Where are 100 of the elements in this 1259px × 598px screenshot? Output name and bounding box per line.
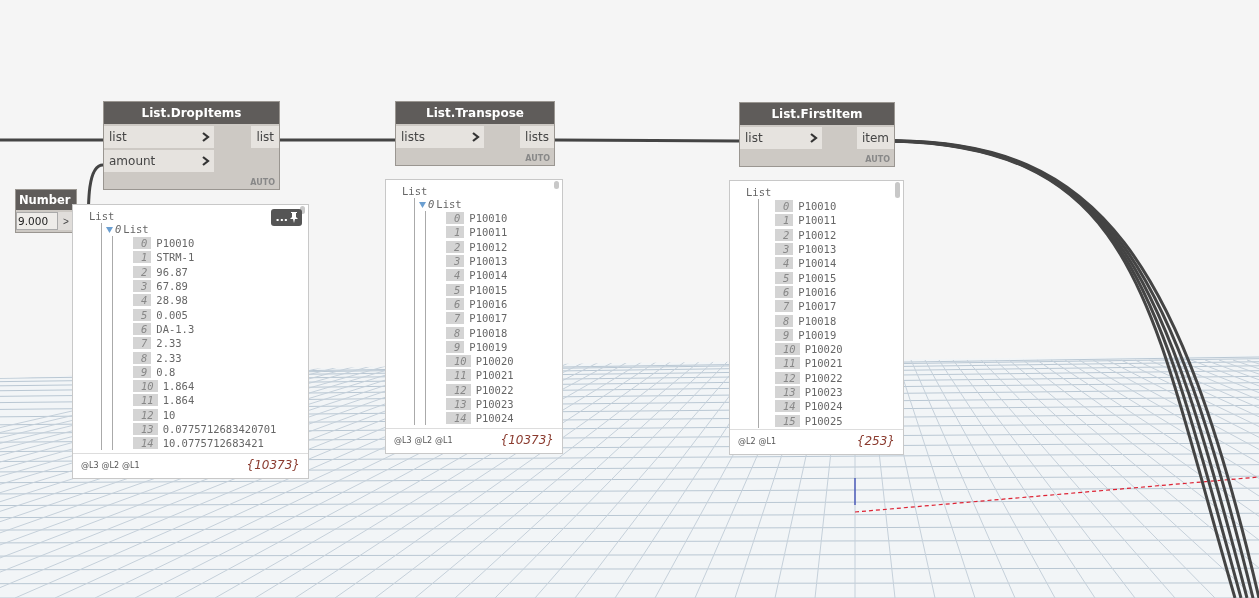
pin-button[interactable]: ... bbox=[271, 209, 302, 226]
index-label: 3 bbox=[446, 255, 465, 268]
index-label: 4 bbox=[446, 269, 465, 282]
list-value: P10012 bbox=[798, 228, 837, 241]
number-field[interactable]: 9.000 bbox=[16, 212, 58, 230]
list-value: P10011 bbox=[798, 214, 837, 227]
index-label: 11 bbox=[446, 369, 471, 382]
lacing-label: AUTO bbox=[524, 153, 551, 165]
index-label: 6 bbox=[446, 297, 465, 310]
list-value: 10 bbox=[162, 408, 176, 421]
node-card[interactable]: List.Transpose lists lists AUTO bbox=[395, 101, 555, 166]
index-label: 13 bbox=[133, 423, 158, 435]
index-label: 11 bbox=[775, 357, 800, 370]
pin-icon bbox=[290, 212, 298, 223]
node-title: List.DropItems bbox=[104, 102, 279, 124]
list-value: P10010 bbox=[156, 237, 195, 250]
node-title: Number bbox=[16, 190, 76, 210]
index-label: 15 bbox=[775, 414, 800, 427]
level-label[interactable]: @L1 bbox=[435, 435, 453, 445]
level-label[interactable]: @L2 bbox=[101, 460, 120, 470]
index-label: 1 bbox=[446, 226, 465, 239]
index-label: 5 bbox=[775, 271, 794, 284]
expand-triangle-icon[interactable] bbox=[106, 226, 113, 233]
chevron-icon bbox=[810, 133, 818, 143]
input-port[interactable]: lists bbox=[396, 126, 484, 148]
node-card[interactable]: Number 9.000 > bbox=[15, 189, 77, 233]
list-value: 2.33 bbox=[156, 351, 182, 364]
expand-triangle-icon[interactable] bbox=[419, 201, 426, 208]
index-label: 2 bbox=[133, 265, 152, 278]
output-port[interactable]: item bbox=[856, 127, 894, 149]
index-label: 0 bbox=[115, 223, 122, 236]
list-title: List bbox=[436, 198, 462, 211]
index-label: 2 bbox=[446, 240, 465, 253]
node-card[interactable]: List.DropItems list amount list AUTO bbox=[103, 101, 280, 190]
index-label: 0 bbox=[775, 200, 794, 213]
level-label[interactable]: @L3 bbox=[394, 435, 412, 445]
list-value: STRM-1 bbox=[156, 251, 195, 264]
index-label: 12 bbox=[775, 371, 800, 384]
list-value: P10015 bbox=[798, 271, 837, 284]
list-value: P10018 bbox=[469, 326, 508, 339]
index-label: 8 bbox=[133, 351, 152, 364]
input-port[interactable]: list bbox=[104, 126, 214, 148]
level-label[interactable]: @L2 bbox=[738, 436, 756, 446]
index-label: 4 bbox=[775, 257, 794, 270]
index-label: 14 bbox=[775, 400, 800, 413]
index-label: 7 bbox=[446, 312, 465, 325]
list-value: 67.89 bbox=[156, 280, 188, 293]
list-title: List bbox=[746, 185, 772, 199]
list-value: P10012 bbox=[469, 240, 508, 253]
level-label[interactable]: @L1 bbox=[758, 436, 777, 446]
output-port[interactable]: lists bbox=[520, 126, 554, 148]
list-value: P10023 bbox=[804, 386, 843, 398]
index-label: 5 bbox=[133, 308, 152, 321]
list-value: P10011 bbox=[469, 226, 508, 239]
index-label: 1 bbox=[775, 214, 794, 227]
input-port[interactable]: list bbox=[740, 127, 822, 149]
list-title: List bbox=[402, 184, 428, 198]
index-label: 14 bbox=[133, 437, 158, 450]
index-label: 9 bbox=[775, 328, 794, 341]
list-value: P10024 bbox=[475, 412, 514, 425]
output-port[interactable]: list bbox=[251, 126, 279, 148]
list-value: 0.0775712683420701 bbox=[162, 423, 277, 435]
level-label[interactable]: @L1 bbox=[122, 460, 140, 470]
list-value: P10022 bbox=[475, 383, 514, 396]
node-card[interactable]: List.FirstItem list item AUTO bbox=[739, 102, 895, 167]
list-value: P10017 bbox=[798, 300, 837, 313]
list-value: P10013 bbox=[469, 255, 508, 268]
level-label[interactable]: @L3 bbox=[81, 460, 99, 470]
index-label: 9 bbox=[133, 365, 152, 378]
scrollbar-thumb[interactable] bbox=[554, 181, 559, 189]
list-value: P10025 bbox=[804, 414, 843, 427]
scrollbar-thumb[interactable] bbox=[895, 182, 900, 198]
index-label: 10 bbox=[446, 355, 471, 368]
list-value: P10016 bbox=[798, 285, 837, 298]
index-label: 3 bbox=[133, 280, 152, 293]
index-label: 12 bbox=[446, 383, 471, 396]
index-label: 13 bbox=[446, 398, 471, 410]
list-value: P10020 bbox=[475, 355, 514, 368]
list-value: 0.8 bbox=[156, 365, 176, 378]
index-label: 14 bbox=[446, 412, 471, 425]
index-label: 7 bbox=[775, 300, 794, 313]
list-value: 1.864 bbox=[162, 394, 195, 407]
lacing-label: AUTO bbox=[249, 177, 276, 189]
index-label: 6 bbox=[775, 285, 794, 298]
list-title: List bbox=[123, 223, 149, 236]
list-value: P10014 bbox=[798, 257, 837, 270]
index-label: 10 bbox=[133, 380, 158, 393]
level-label[interactable]: @L2 bbox=[414, 435, 433, 445]
list-value: P10019 bbox=[798, 328, 837, 341]
input-port[interactable]: amount bbox=[104, 150, 214, 172]
index-label: 10 bbox=[775, 343, 800, 356]
list-value: 96.87 bbox=[156, 265, 188, 278]
index-label: 12 bbox=[133, 408, 158, 421]
index-label: 11 bbox=[133, 394, 158, 407]
list-value: P10020 bbox=[804, 343, 843, 356]
chevron-icon bbox=[472, 132, 480, 142]
list-value: P10016 bbox=[469, 297, 508, 310]
list-value: P10018 bbox=[798, 314, 837, 327]
index-label: 8 bbox=[775, 314, 794, 327]
list-value: P10010 bbox=[798, 200, 837, 213]
